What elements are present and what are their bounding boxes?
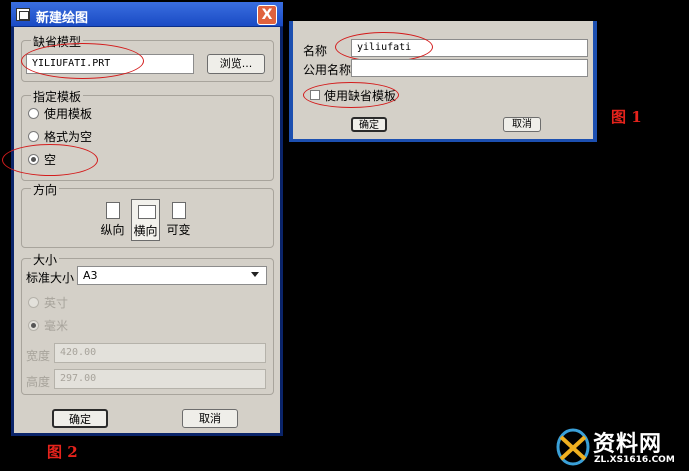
highlight-ellipse-model [21,43,144,79]
highlight-ellipse-name [335,32,433,62]
width-label: 宽度 [26,349,51,363]
radio-use-template[interactable] [28,108,39,119]
dialog-body: 缺省模型 YILIUFATI.PRT 浏览... 指定模板 使用模板 格式为空 … [2,27,280,433]
orientation-landscape-button[interactable]: 横向 [131,199,160,241]
figure-2-label: 图 2 [47,443,78,461]
new-drawing-dialog: 新建绘图 X 缺省模型 YILIUFATI.PRT 浏览... 指定模板 使用模… [2,2,283,436]
radio-inch[interactable] [28,297,39,308]
orientation-portrait-button[interactable]: 纵向 [98,199,127,241]
inch-label: 英寸 [44,296,69,310]
landscape-page-icon [138,205,156,219]
dialog-title: 新建绘图 [36,11,89,26]
use-template-label: 使用模板 [44,107,93,121]
figure-1-body: 名称 yiliufati 公用名称 使用缺省模板 确定 取消 [293,21,593,139]
height-label: 高度 [26,375,51,389]
common-name-input[interactable] [351,59,588,77]
chevron-down-icon [251,272,259,277]
ok-button[interactable]: 确定 [52,409,108,428]
width-field[interactable]: 420.00 [54,343,266,363]
highlight-ellipse-template [303,82,399,108]
highlight-ellipse-empty [2,144,98,176]
standard-size-value: A3 [83,269,98,282]
fig1-ok-button[interactable]: 确定 [351,117,387,132]
watermark-url: ZL.XS1616.COM [594,455,675,465]
title-bar[interactable]: 新建绘图 X [11,2,283,27]
radio-millimeter[interactable] [28,320,39,331]
standard-size-select[interactable]: A3 [77,266,267,285]
empty-format-label: 格式为空 [44,130,93,144]
radio-empty-format[interactable] [28,131,39,142]
browse-button[interactable]: 浏览... [207,54,265,74]
orientation-group-label: 方向 [31,181,60,198]
common-name-label: 公用名称 [303,63,352,77]
figure-1-panel: 名称 yiliufati 公用名称 使用缺省模板 确定 取消 [289,21,597,142]
name-label: 名称 [303,44,328,58]
millimeter-label: 毫米 [44,319,69,333]
variable-label: 可变 [166,223,191,237]
cancel-button[interactable]: 取消 [182,409,238,428]
close-button[interactable]: X [257,5,277,25]
app-icon [16,8,30,21]
template-group-label: 指定模板 [31,88,84,105]
standard-size-label: 标准大小 [26,271,75,285]
variable-page-icon [172,202,186,219]
landscape-label: 横向 [133,224,158,238]
watermark-logo-icon [555,427,591,467]
orientation-variable-button[interactable]: 可变 [164,199,193,241]
figure-1-label: 图 1 [611,108,642,126]
fig1-cancel-button[interactable]: 取消 [503,117,541,132]
portrait-page-icon [106,202,120,219]
size-group-label: 大小 [31,251,60,268]
watermark-brand: 资料网 [593,432,663,457]
height-field[interactable]: 297.00 [54,369,266,389]
portrait-label: 纵向 [100,223,125,237]
